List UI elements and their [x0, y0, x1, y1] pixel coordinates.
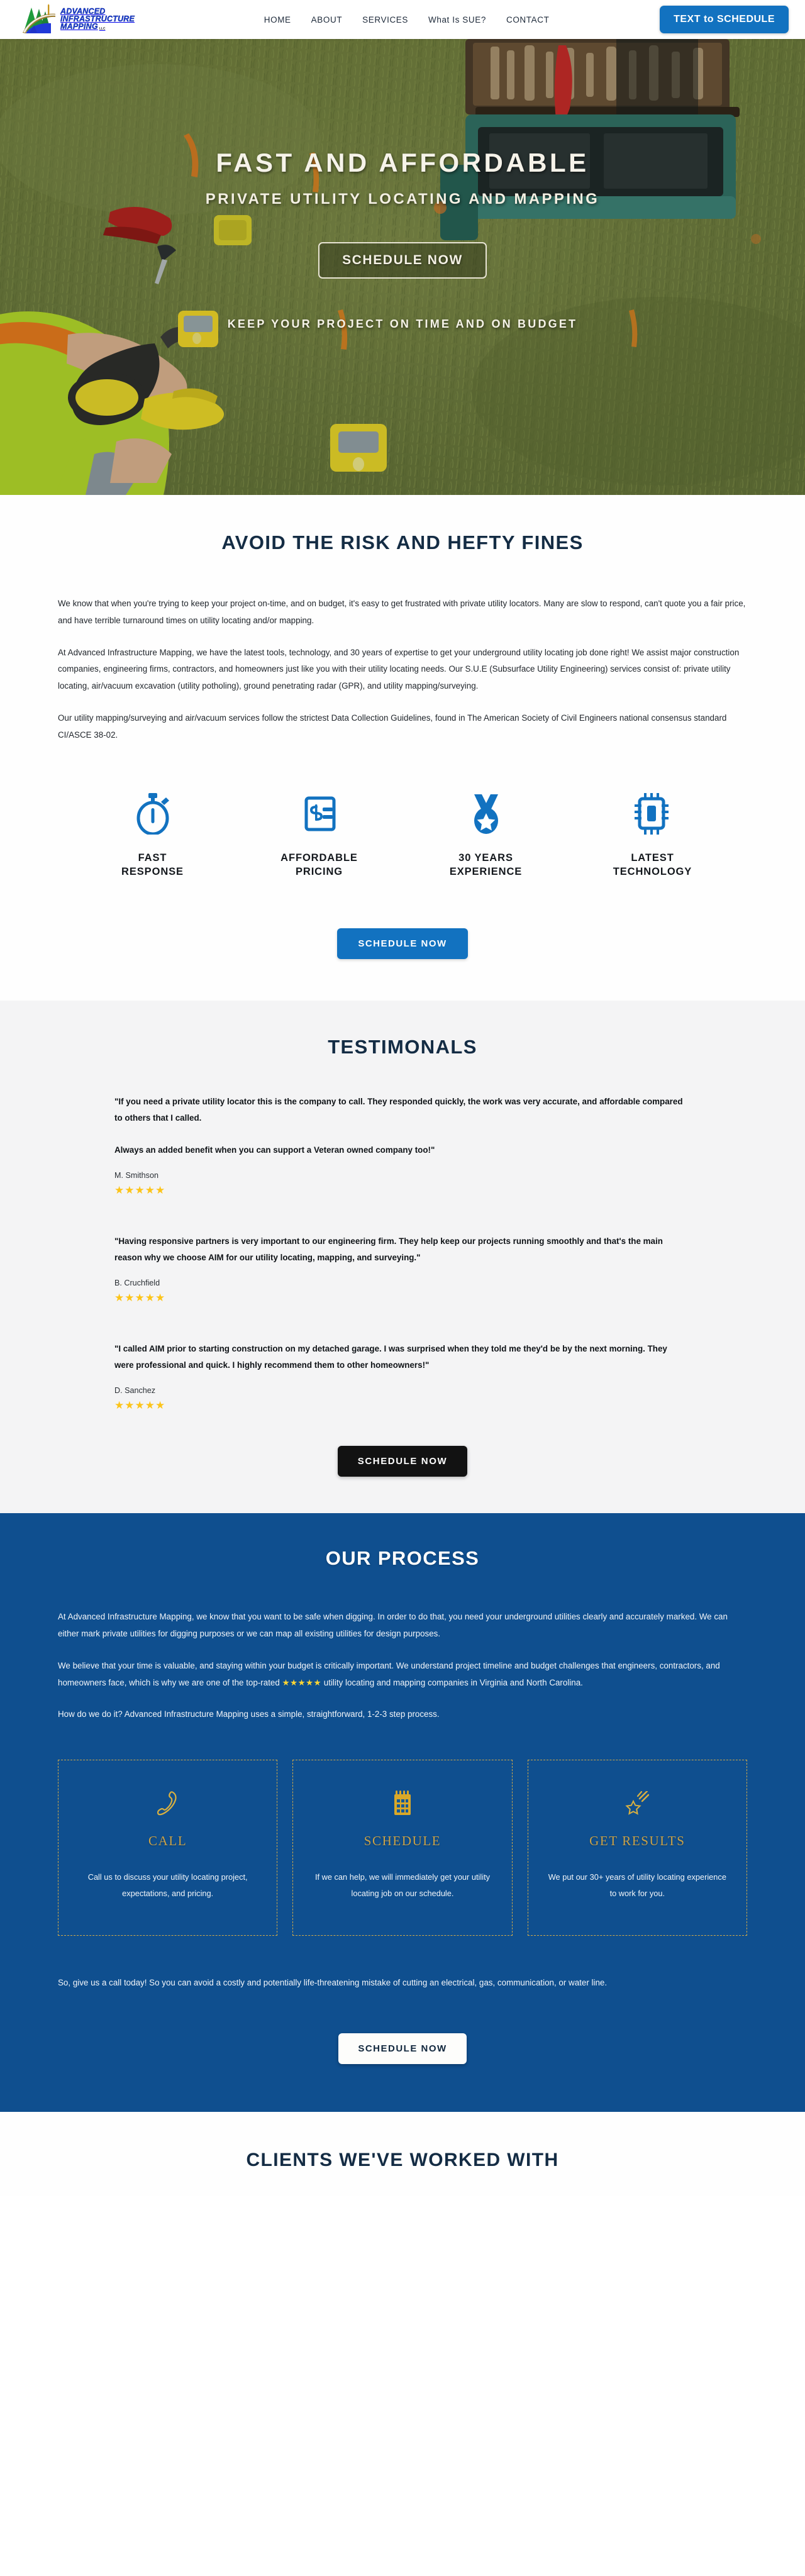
- process-step-text: Call us to discuss your utility locating…: [87, 1872, 248, 1898]
- site-header: ADVANCED INFRASTRUCTURE MAPPING LLC HOME…: [0, 0, 805, 39]
- testimonial-item: "I called AIM prior to starting construc…: [114, 1341, 698, 1411]
- testimonial-item: "If you need a private utility locator t…: [114, 1094, 698, 1195]
- our-process-section: OUR PROCESS At Advanced Infrastructure M…: [0, 1513, 805, 2112]
- risk-paragraph-2: At Advanced Infrastructure Mapping, we h…: [58, 647, 740, 691]
- hero-headline: FAST AND AFFORDABLE: [216, 148, 589, 177]
- testimonials-title: TESTIMONALS: [328, 1036, 477, 1058]
- process-schedule-now-button[interactable]: SCHEDULE NOW: [338, 2033, 467, 2065]
- testimonial-quote: "Having responsive partners is very impo…: [114, 1236, 663, 1262]
- clients-section: CLIENTS WE'VE WORKED WITH: [0, 2112, 805, 2197]
- testimonial-star-rating: ★★★★★: [114, 1399, 166, 1412]
- process-step-text: If we can help, we will immediately get …: [314, 1872, 491, 1898]
- risk-schedule-now-button[interactable]: SCHEDULE NOW: [337, 928, 468, 960]
- stopwatch-icon: [136, 792, 169, 835]
- process-steps: CALL Call us to discuss your utility loc…: [58, 1760, 747, 1936]
- process-inline-star-rating: ★★★★★: [282, 1677, 322, 1687]
- feature-30-years-experience: 30 YEARS EXPERIENCE: [402, 793, 569, 880]
- process-paragraph-3: How do we do it? Advanced Infrastructure…: [58, 1709, 440, 1719]
- testimonials-schedule-now-button[interactable]: SCHEDULE NOW: [337, 1446, 468, 1477]
- process-paragraph-1: At Advanced Infrastructure Mapping, we k…: [58, 1612, 728, 1639]
- shooting-star-icon: [625, 1791, 650, 1816]
- testimonial-author: M. Smithson: [114, 1170, 158, 1180]
- main-nav: HOME ABOUT SERVICES What Is SUE? CONTACT: [153, 15, 660, 25]
- microchip-icon: [634, 792, 669, 835]
- site-logo[interactable]: ADVANCED INFRASTRUCTURE MAPPING LLC: [21, 4, 135, 35]
- text-to-schedule-button[interactable]: TEXT to SCHEDULE: [660, 6, 789, 33]
- logo-mark-icon: [23, 4, 55, 33]
- feature-row: FAST RESPONSE AFFORDABLE PRICING 30 YEAR…: [58, 792, 747, 880]
- process-step-call: CALL Call us to discuss your utility loc…: [58, 1760, 278, 1936]
- testimonial-author: D. Sanchez: [114, 1386, 156, 1396]
- testimonial-star-rating: ★★★★★: [114, 1291, 166, 1304]
- testimonial-item: "Having responsive partners is very impo…: [114, 1233, 698, 1303]
- feature-latest-technology: LATEST TECHNOLOGY: [569, 792, 736, 880]
- hero-tagline: KEEP YOUR PROJECT ON TIME AND ON BUDGET: [227, 318, 578, 330]
- process-paragraph-2-b: utility locating and mapping companies i…: [321, 1677, 583, 1687]
- hero-schedule-now-button[interactable]: SCHEDULE NOW: [318, 242, 487, 279]
- hero-subheadline: PRIVATE UTILITY LOCATING AND MAPPING: [205, 191, 600, 208]
- process-step-schedule: SCHEDULE If we can help, we will immedia…: [292, 1760, 513, 1936]
- process-step-title: CALL: [148, 1833, 187, 1849]
- process-closing-paragraph: So, give us a call today! So you can avo…: [58, 1978, 608, 1988]
- feature-label: 30 YEARS EXPERIENCE: [449, 852, 523, 878]
- phone-icon: [157, 1791, 177, 1816]
- process-paragraph-2: We believe that your time is valuable, a…: [58, 1658, 747, 1692]
- logo-suffix: LLC: [99, 27, 106, 31]
- medal-icon: [474, 794, 498, 834]
- feature-label: FAST RESPONSE: [121, 852, 184, 878]
- process-step-get-results: GET RESULTS We put our 30+ years of util…: [527, 1760, 747, 1936]
- process-step-text: We put our 30+ years of utility locating…: [548, 1872, 726, 1898]
- nav-item-contact[interactable]: CONTACT: [506, 15, 549, 25]
- testimonial-star-rating: ★★★★★: [114, 1184, 166, 1196]
- risk-paragraph-1: We know that when you're trying to keep …: [58, 599, 746, 625]
- testimonial-quote-2: Always an added benefit when you can sup…: [114, 1145, 435, 1155]
- feature-affordable-pricing: AFFORDABLE PRICING: [236, 793, 402, 880]
- process-step-title: GET RESULTS: [589, 1833, 686, 1849]
- logo-line-3: MAPPING: [60, 21, 98, 31]
- process-step-title: SCHEDULE: [364, 1833, 441, 1849]
- risk-section-title: AVOID THE RISK AND HEFTY FINES: [221, 531, 584, 553]
- testimonial-author: B. Cruchfield: [114, 1278, 160, 1287]
- testimonials-section: TESTIMONALS "If you need a private utili…: [0, 1001, 805, 1514]
- testimonial-quote: "I called AIM prior to starting construc…: [114, 1343, 667, 1370]
- avoid-risk-section: AVOID THE RISK AND HEFTY FINES We know t…: [0, 495, 805, 1001]
- feature-label: LATEST TECHNOLOGY: [613, 852, 692, 878]
- testimonial-quote: "If you need a private utility locator t…: [114, 1097, 683, 1123]
- invoice-dollar-icon: [304, 796, 335, 831]
- nav-item-what-is-sue[interactable]: What Is SUE?: [428, 15, 486, 25]
- feature-label: AFFORDABLE PRICING: [280, 852, 358, 878]
- clients-title: CLIENTS WE'VE WORKED WITH: [246, 2150, 559, 2171]
- process-title: OUR PROCESS: [325, 1547, 480, 1570]
- hero-section: FAST AND AFFORDABLE PRIVATE UTILITY LOCA…: [0, 39, 805, 495]
- nav-item-home[interactable]: HOME: [264, 15, 291, 25]
- feature-fast-response: FAST RESPONSE: [69, 792, 236, 880]
- nav-item-about[interactable]: ABOUT: [311, 15, 343, 25]
- calendar-icon: [394, 1790, 411, 1816]
- nav-item-services[interactable]: SERVICES: [362, 15, 408, 25]
- logo-wordmark: ADVANCED INFRASTRUCTURE MAPPING LLC: [60, 8, 135, 31]
- risk-paragraph-3: Our utility mapping/surveying and air/va…: [58, 713, 727, 740]
